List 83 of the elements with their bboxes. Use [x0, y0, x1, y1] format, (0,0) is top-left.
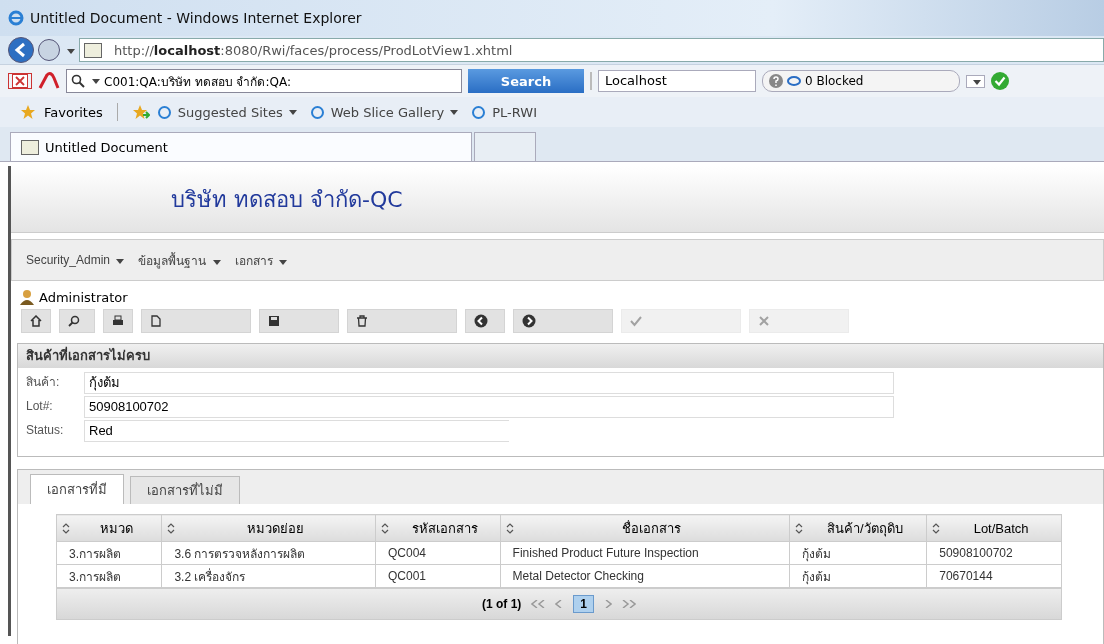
favorites-link[interactable]: Suggested Sites [157, 104, 297, 120]
save-icon [268, 315, 280, 327]
check-icon [991, 72, 1009, 90]
table-cell: 70670144 [926, 564, 1062, 588]
help-icon [769, 74, 783, 88]
table-cell: 3.การผลิต [56, 564, 162, 588]
sort-icon[interactable] [381, 522, 389, 534]
document-icon [150, 315, 162, 327]
table-cell: 3.2 เครื่องจักร [161, 564, 376, 588]
back-button[interactable] [8, 37, 34, 63]
caret-icon [973, 79, 981, 85]
new-button[interactable] [141, 309, 251, 333]
panel-title: สินค้าที่เอกสารไม่ครบ [18, 344, 1103, 368]
trash-icon [356, 315, 368, 327]
eye-icon [787, 76, 801, 86]
dropdown-button[interactable] [966, 74, 985, 88]
field-label: สินค้า: [26, 374, 61, 391]
table-cell: กุ้งต้ม [789, 564, 927, 588]
sort-icon[interactable] [62, 522, 70, 534]
printer-icon [112, 315, 124, 327]
table-cell: Metal Detector Checking [500, 564, 789, 588]
delete-button[interactable] [347, 309, 457, 333]
address-field[interactable]: http://localhost:8080/Rwi/faces/process/ProdLotView1.xhtml [79, 38, 1104, 62]
caret-icon [92, 78, 100, 84]
caret-icon [116, 259, 125, 264]
caret-icon [67, 48, 75, 54]
field-value: Red [84, 420, 509, 442]
page-number[interactable]: 1 [573, 595, 594, 613]
field-value: กุ้งต้ม [84, 372, 894, 394]
search-button[interactable] [59, 309, 95, 333]
table-cell: Finished Product Future Inspection [500, 541, 789, 565]
site-field[interactable]: Localhost [598, 70, 756, 92]
caret-icon [288, 109, 297, 115]
logo-icon [38, 72, 60, 90]
caret-icon [212, 259, 221, 265]
field-label: Status: [26, 422, 65, 439]
forward-button[interactable] [38, 39, 60, 61]
table-cell: 3.6 การตรวจหลังการผลิต [161, 541, 376, 565]
close-icon[interactable] [8, 73, 32, 89]
search-icon [68, 315, 80, 327]
sort-icon[interactable] [794, 522, 803, 534]
close-icon [758, 315, 770, 327]
search-field[interactable]: C001:QA:บริษัท ทดสอบ จำกัด:QA: [66, 69, 462, 93]
print-button[interactable] [103, 309, 133, 333]
favorites-link[interactable]: Web Slice Gallery [310, 104, 459, 120]
page-summary: (1 of 1) [482, 597, 522, 611]
favorites-link[interactable]: PL-RWI [472, 104, 537, 120]
check-button[interactable] [621, 309, 741, 333]
company-name: บริษัท ทดสอบ จำกัด-QC [171, 185, 403, 214]
table-cell: 50908100702 [926, 541, 1062, 565]
field-value: 50908100702 [84, 396, 894, 418]
table-cell: QC004 [375, 541, 501, 565]
sort-icon[interactable] [932, 522, 941, 534]
sort-icon[interactable] [505, 522, 514, 534]
table-cell: กุ้งต้ม [789, 541, 927, 565]
table-cell: 3.การผลิต [56, 541, 162, 565]
arrow-left-icon [474, 314, 488, 328]
menu-item[interactable]: Security_Admin [26, 253, 125, 267]
sort-icon[interactable] [167, 522, 176, 534]
save-button[interactable] [259, 309, 339, 333]
caret-icon [450, 109, 459, 115]
menu-item[interactable]: เอกสาร [234, 250, 288, 270]
blocked-popups-indicator[interactable]: 0 Blocked [762, 70, 960, 92]
tab[interactable]: เอกสารที่มี [30, 474, 124, 504]
tab[interactable]: เอกสารที่ไม่มี [130, 476, 240, 504]
field-label: Lot#: [26, 398, 54, 415]
search-button[interactable]: Search [468, 69, 584, 93]
arrow-right-icon [522, 314, 536, 328]
window-title: Untitled Document - Windows Internet Explorer [30, 10, 362, 26]
caret-icon [279, 259, 288, 265]
table-cell: QC001 [375, 564, 501, 588]
browser-tab[interactable]: Untitled Document [10, 132, 472, 161]
browser-logo-icon [8, 10, 24, 26]
checkmark-icon [630, 315, 642, 327]
user-name: Administrator [39, 290, 128, 305]
page-icon [84, 42, 102, 58]
favorites-button[interactable]: Favorites [44, 104, 103, 120]
home-button[interactable] [21, 309, 51, 333]
search-icon [71, 74, 85, 88]
add-favorite-icon[interactable] [131, 104, 150, 120]
home-icon [30, 315, 42, 327]
star-icon [20, 104, 36, 120]
menu-item[interactable]: ข้อมูลพื้นฐาน [138, 250, 221, 270]
